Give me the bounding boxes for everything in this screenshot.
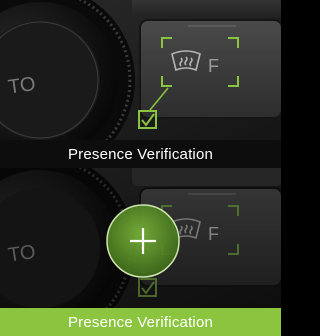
caption-bar: Presence Verification (0, 140, 281, 168)
knob-label: TO (7, 241, 37, 267)
caption-text: Presence Verification (67, 313, 214, 331)
car-console-scene: F TO (0, 168, 281, 308)
presence-panel-pressed: F TO Presence Verification (0, 168, 281, 336)
button-label-f: F (208, 224, 219, 244)
touch-indicator[interactable] (106, 204, 180, 278)
knob-label: TO (7, 73, 37, 99)
presence-panel-detected: F TO Presence Verification (0, 0, 281, 168)
caption-bar: Presence Verification (0, 308, 281, 336)
button-label-f: F (208, 56, 219, 76)
car-console-scene: F TO (0, 0, 281, 140)
caption-text: Presence Verification (67, 145, 214, 163)
